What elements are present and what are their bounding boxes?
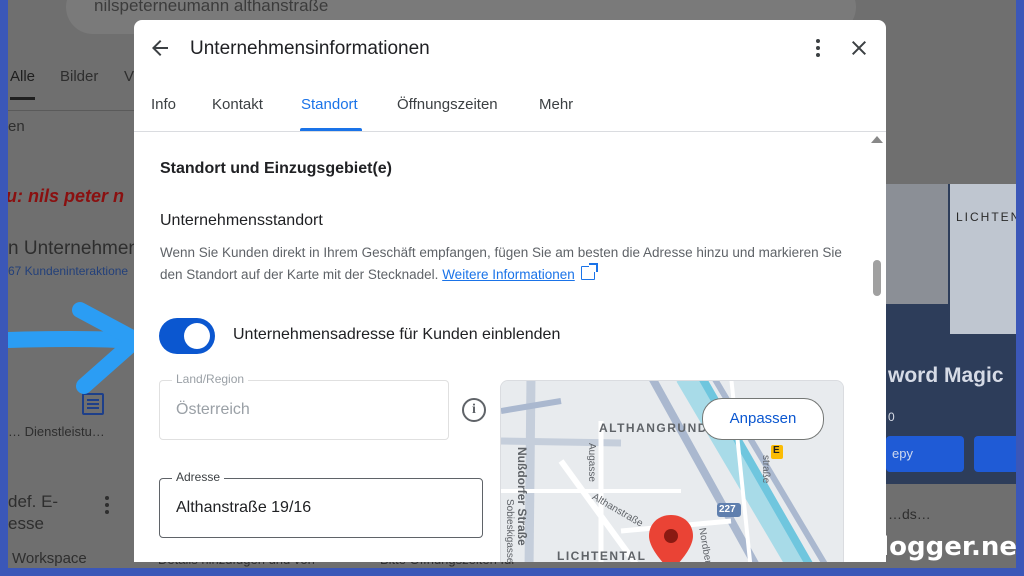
dialog-header: Unternehmensinformationen [134, 20, 886, 78]
tab-mehr[interactable]: Mehr [539, 96, 573, 113]
background-text: Workspace [12, 550, 87, 567]
address-field-label: Adresse [172, 470, 225, 484]
map-label: E [773, 445, 780, 456]
background-text: esse [8, 514, 44, 533]
show-address-toggle[interactable] [159, 318, 215, 354]
open-in-new-icon[interactable] [580, 263, 598, 280]
back-arrow-icon[interactable] [148, 36, 172, 60]
map-label: LICHTENTAL [557, 549, 647, 562]
map-label: ALTHANGRUND [599, 421, 708, 435]
background-text: 0 [888, 410, 895, 424]
adjust-map-button[interactable]: Anpassen [702, 398, 824, 440]
background-text: … Dienstleistu… [8, 424, 105, 439]
background-text: …ds… [888, 506, 931, 522]
background-tab-all[interactable]: Alle [10, 68, 36, 100]
business-info-dialog: Unternehmensinformationen Info Kontakt S… [134, 20, 886, 562]
address-field-value: Althanstraße 19/16 [176, 499, 312, 516]
background-search-text: nilspeterneumann althanstraße [94, 0, 329, 15]
address-field[interactable]: Adresse Althanstraße 19/16 [159, 470, 483, 538]
background-photo [950, 184, 1016, 334]
tab-kontakt[interactable]: Kontakt [212, 96, 263, 113]
background-divider [8, 110, 138, 111]
section-title: Standort und Einzugsgebiet(e) [160, 160, 392, 177]
subsection-title: Unternehmensstandort [160, 212, 323, 229]
map-label: Sobieskigasse [504, 499, 515, 562]
map-label: straße [760, 455, 771, 484]
highlight-arrow [8, 302, 144, 394]
background-text: en [8, 118, 25, 135]
scrollbar-thumb[interactable] [873, 260, 881, 296]
dialog-tabs: Info Kontakt Standort Öffnungszeiten Meh… [134, 80, 886, 130]
tab-info[interactable]: Info [151, 96, 176, 113]
tab-oeffnungszeiten[interactable]: Öffnungszeiten [397, 96, 498, 113]
background-text: u: nils peter n [8, 186, 125, 206]
background-text: n Unternehmen [8, 238, 139, 259]
map-label: Nußdorfer Straße [515, 447, 529, 546]
scrollbar[interactable] [868, 132, 886, 562]
more-vert-icon[interactable] [104, 496, 110, 516]
scroll-up-icon[interactable] [871, 136, 883, 143]
background-text: def. E- [8, 492, 59, 511]
background-tab-images[interactable]: Bilder [60, 68, 98, 85]
map-pin-icon[interactable] [649, 515, 693, 562]
toggle-knob [184, 323, 210, 349]
background-text: 67 Kundeninteraktione [8, 264, 129, 278]
more-options-icon[interactable] [806, 36, 830, 60]
background-tab-video[interactable]: V [124, 68, 134, 85]
location-description: Wenn Sie Kunden direkt in Ihrem Geschäft… [160, 242, 850, 286]
map-label: Augasse [586, 443, 597, 482]
background-button[interactable] [974, 436, 1016, 472]
background-button[interactable]: epy [886, 436, 964, 472]
map-label: 227 [719, 504, 736, 515]
close-icon[interactable] [847, 36, 871, 60]
background-title: word Magic [888, 364, 1004, 387]
info-icon[interactable]: i [462, 398, 486, 422]
more-info-link[interactable]: Weitere Informationen [442, 267, 575, 282]
background-text: LICHTEN [956, 210, 1016, 224]
tabs-divider [134, 131, 886, 132]
background-photo [886, 184, 948, 304]
background-button-label: epy [892, 446, 913, 461]
country-field-value: Österreich [176, 401, 250, 418]
country-field-label: Land/Region [172, 372, 249, 386]
toggle-label: Unternehmensadresse für Kunden einblende… [233, 326, 561, 343]
country-field[interactable]: Land/Region Österreich [159, 372, 449, 440]
tab-standort[interactable]: Standort [301, 96, 358, 113]
dialog-title: Unternehmensinformationen [190, 38, 430, 59]
